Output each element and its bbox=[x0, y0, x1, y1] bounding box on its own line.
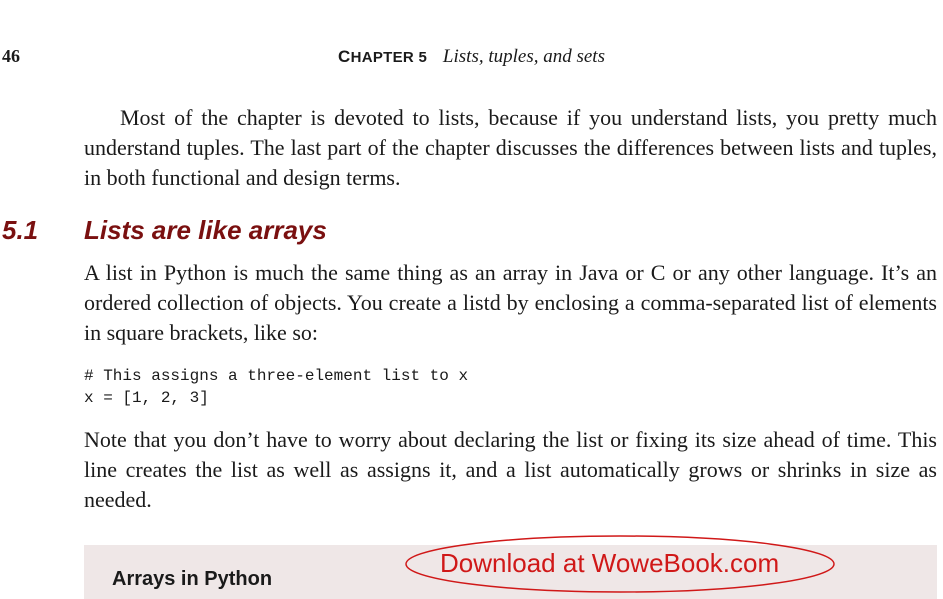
chapter-title: Lists, tuples, and sets bbox=[442, 46, 605, 67]
section-title: Lists are like arrays bbox=[84, 215, 327, 245]
watermark-text: Download at WoweBook.com bbox=[440, 548, 780, 578]
body-paragraph-2: Note that you don’t have to worry about … bbox=[84, 427, 937, 512]
chapter-label: CHAPTER 5 bbox=[338, 47, 428, 66]
chapter-label-rest: HAPTER 5 bbox=[350, 49, 428, 66]
intro-paragraph: Most of the chapter is devoted to lists,… bbox=[84, 105, 937, 190]
code-block: # This assigns a three-element list to x… bbox=[84, 365, 468, 409]
download-watermark: Download at WoweBook.com bbox=[404, 534, 836, 594]
code-line-2: x = [1, 2, 3] bbox=[84, 389, 209, 407]
code-line-1: # This assigns a three-element list to x bbox=[84, 367, 469, 385]
chapter-label-cap: C bbox=[338, 47, 351, 66]
body-paragraph-1: A list in Python is much the same thing … bbox=[84, 260, 937, 345]
section-number: 5.1 bbox=[2, 215, 39, 245]
running-head: CHAPTER 5 Lists, tuples, and sets bbox=[0, 46, 943, 68]
sidebar-title: Arrays in Python bbox=[112, 568, 273, 590]
